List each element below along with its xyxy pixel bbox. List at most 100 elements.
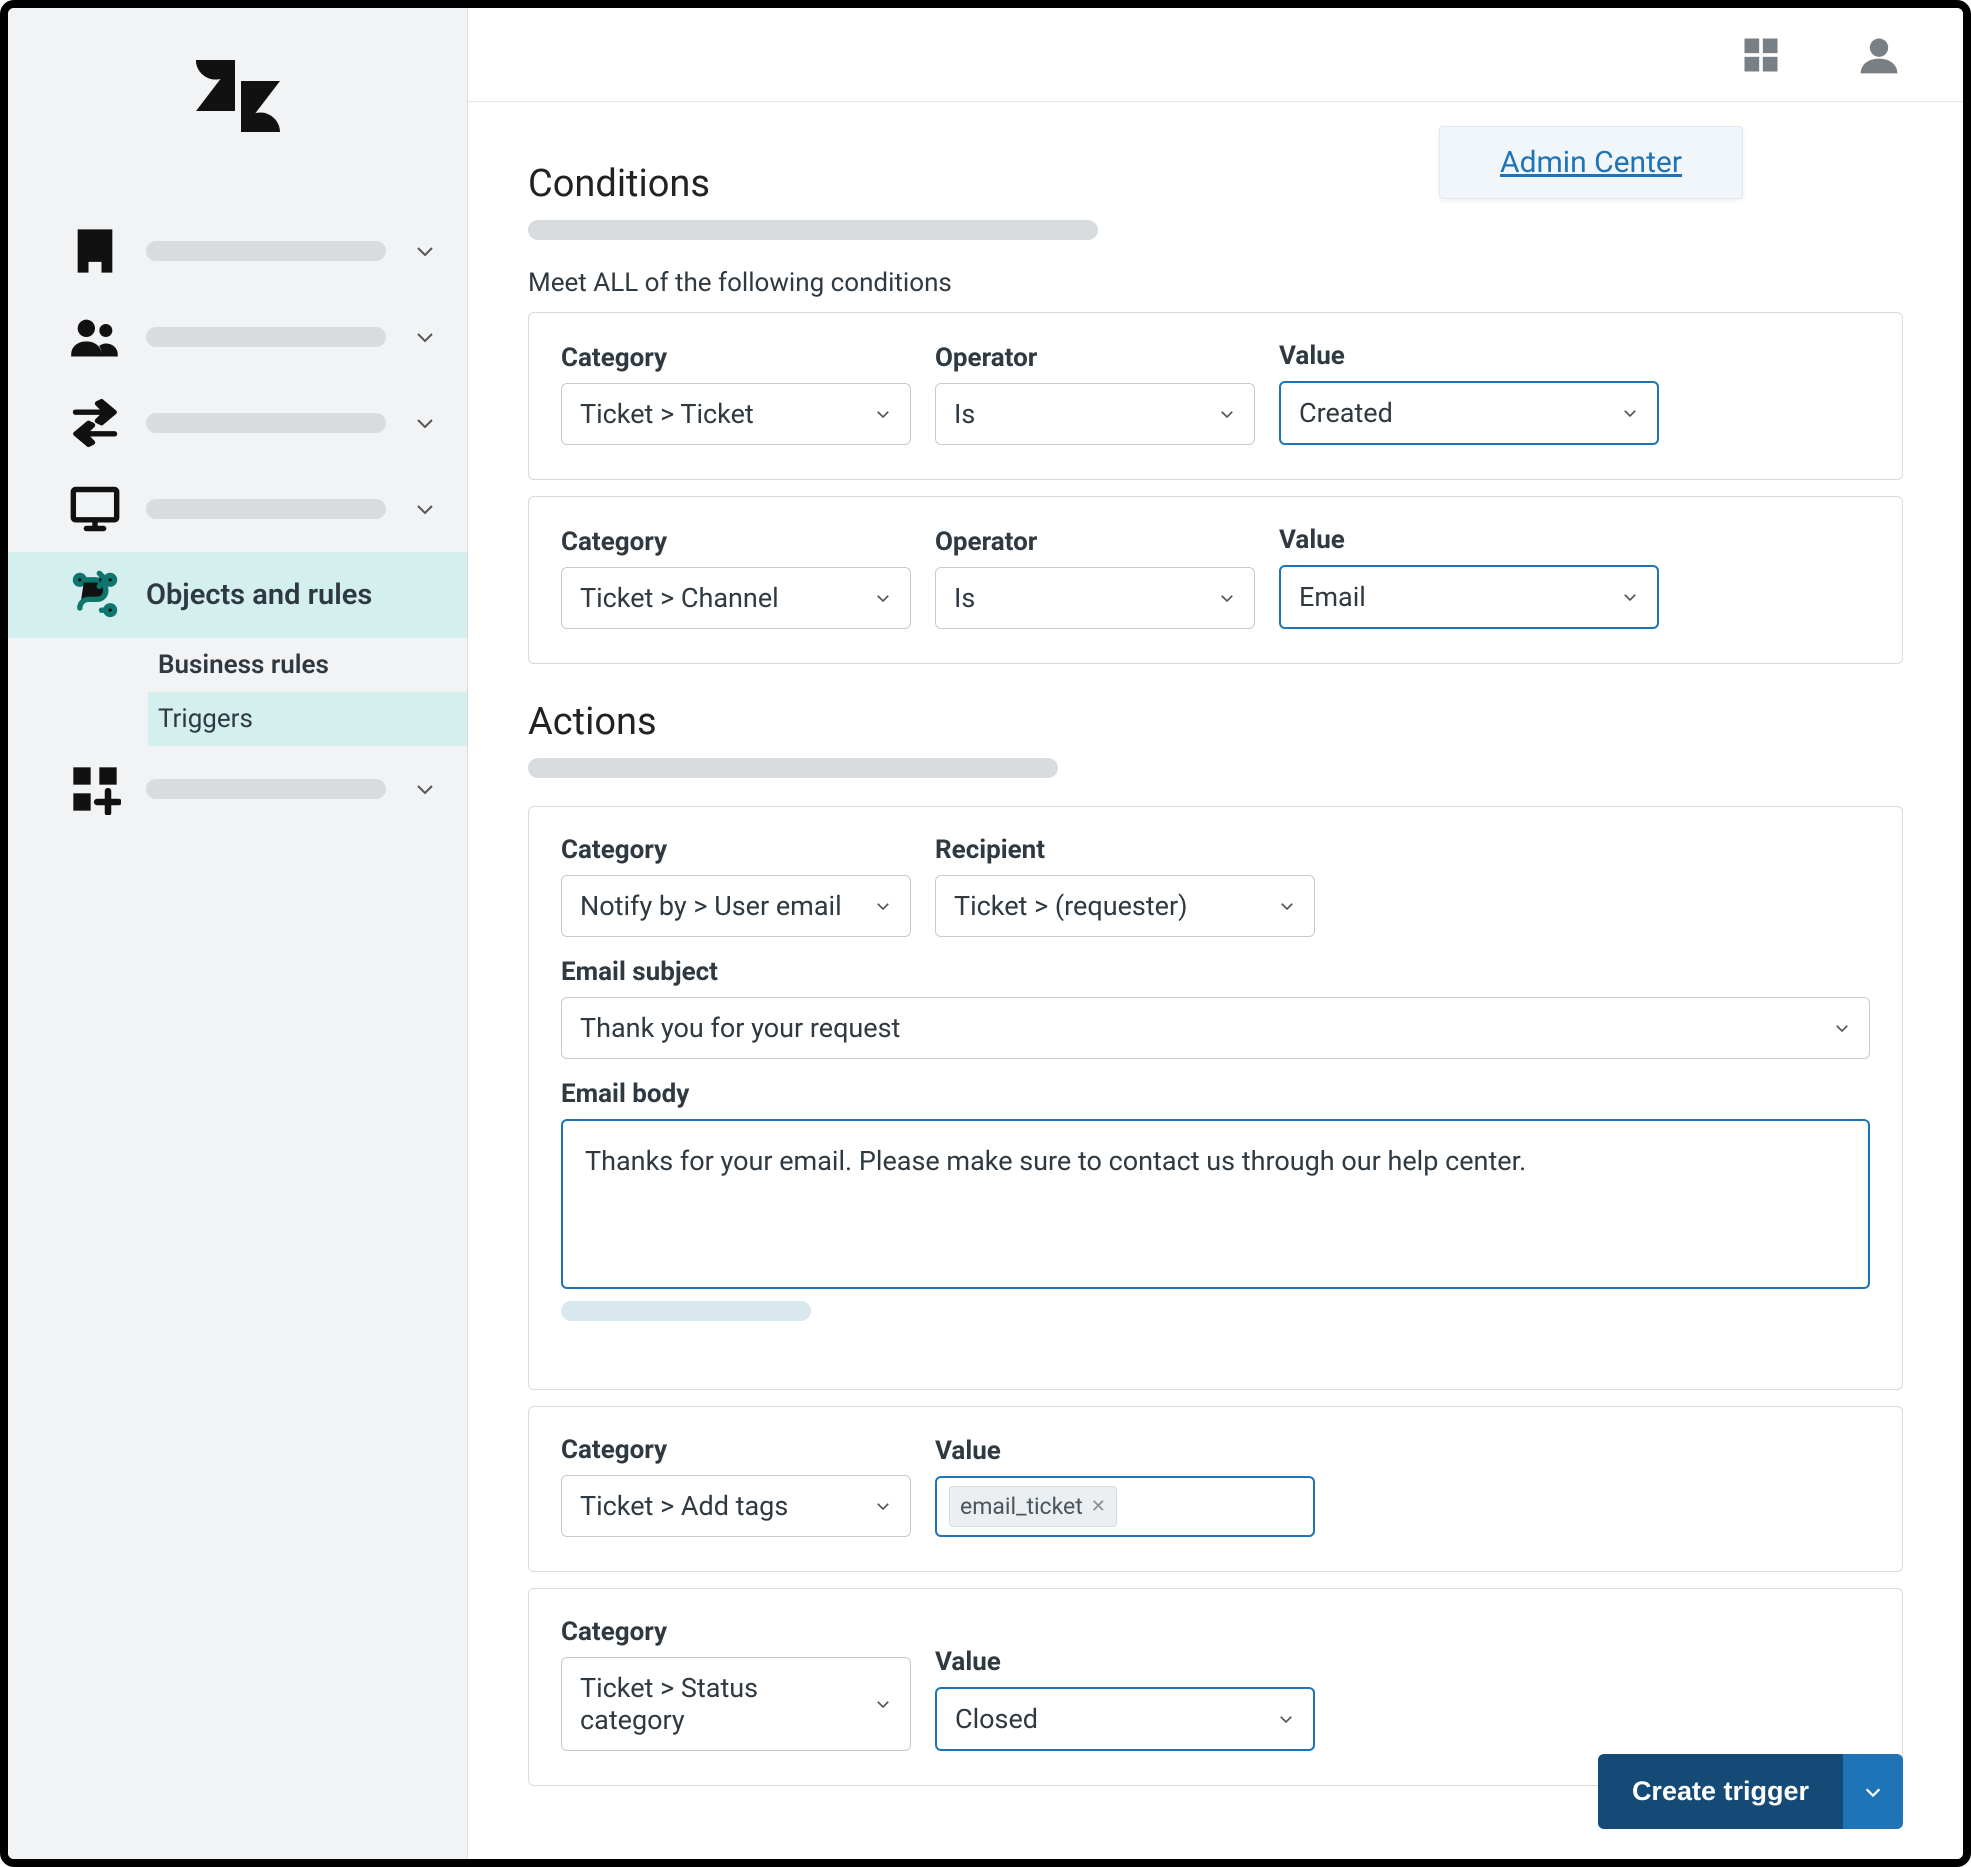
sidebar-subitems: Business rules Triggers (8, 638, 467, 746)
field-label-email-subject: Email subject (561, 957, 1870, 987)
sidebar-placeholder (146, 241, 386, 261)
action-category-select[interactable]: Notify by > User email (561, 875, 911, 937)
sidebar-item-objects-rules[interactable]: Objects and rules (8, 552, 467, 638)
select-value: Closed (955, 1703, 1038, 1735)
select-value: Created (1299, 397, 1393, 429)
field-label-category: Category (561, 1435, 911, 1465)
sidebar-item-workspaces[interactable] (8, 466, 467, 552)
field-label-category: Category (561, 1617, 911, 1647)
sidebar-placeholder (146, 413, 386, 433)
chevron-down-icon (874, 398, 892, 430)
condition-row: Category Ticket > Channel Operator Is (528, 496, 1903, 664)
field-label-value: Value (1279, 341, 1659, 371)
remove-tag-icon[interactable]: ✕ (1091, 1496, 1106, 1517)
sidebar-item-account[interactable] (8, 208, 467, 294)
chevron-down-icon (1621, 397, 1639, 429)
conditions-all-label: Meet ALL of the following conditions (528, 268, 1903, 298)
create-trigger-dropdown-button[interactable] (1843, 1754, 1903, 1829)
apps-grid-icon[interactable] (1737, 31, 1785, 79)
content-area: Conditions Meet ALL of the following con… (468, 102, 1963, 1859)
email-subject-input[interactable]: Thank you for your request (561, 997, 1870, 1059)
select-value: Email (1299, 581, 1366, 613)
description-placeholder (528, 758, 1058, 778)
field-label-value: Value (935, 1436, 1315, 1466)
field-label-email-body: Email body (561, 1079, 1870, 1109)
action-notify-card: Category Notify by > User email Recipien… (528, 806, 1903, 1390)
tag-label: email_ticket (960, 1493, 1083, 1520)
building-icon (66, 222, 124, 280)
condition-category-select[interactable]: Ticket > Ticket (561, 383, 911, 445)
action-category-select[interactable]: Ticket > Add tags (561, 1475, 911, 1537)
sidebar-nav: Objects and rules Business rules Trigger… (8, 188, 467, 1859)
chevron-down-icon (1218, 582, 1236, 614)
action-recipient-select[interactable]: Ticket > (requester) (935, 875, 1315, 937)
arrows-icon (66, 394, 124, 452)
condition-value-select[interactable]: Email (1279, 565, 1659, 629)
email-body-textarea[interactable]: Thanks for your email. Please make sure … (561, 1119, 1870, 1289)
action-category-select[interactable]: Ticket > Status category (561, 1657, 911, 1751)
select-value: Ticket > Channel (580, 582, 779, 614)
condition-operator-select[interactable]: Is (935, 567, 1255, 629)
description-placeholder (528, 220, 1098, 240)
sidebar-subitem-business-rules[interactable]: Business rules (148, 638, 467, 692)
action-value-select[interactable]: Closed (935, 1687, 1315, 1751)
select-value: Is (954, 398, 975, 430)
field-label-value: Value (935, 1647, 1315, 1677)
select-value: Ticket > Ticket (580, 398, 754, 430)
sidebar-item-people[interactable] (8, 294, 467, 380)
chevron-down-icon (874, 582, 892, 614)
sidebar-logo-area (8, 8, 467, 188)
chevron-down-icon (1621, 581, 1639, 613)
app-window: Objects and rules Business rules Trigger… (0, 0, 1971, 1867)
chevron-down-icon (411, 237, 439, 265)
field-label-category: Category (561, 835, 911, 865)
sidebar-placeholder (146, 779, 386, 799)
condition-row: Category Ticket > Ticket Operator Is (528, 312, 1903, 480)
select-value: Ticket > Status category (580, 1672, 862, 1736)
select-value: Ticket > (requester) (954, 890, 1188, 922)
chevron-down-icon (874, 1490, 892, 1522)
chevron-down-icon (411, 495, 439, 523)
chevron-down-icon (1218, 398, 1236, 430)
chevron-down-icon (411, 323, 439, 351)
sidebar-item-channels[interactable] (8, 380, 467, 466)
input-value: Thank you for your request (580, 1012, 900, 1044)
sidebar-item-label: Objects and rules (146, 578, 372, 612)
chevron-down-icon (1277, 1703, 1295, 1735)
sidebar-subitem-triggers[interactable]: Triggers (148, 692, 467, 746)
condition-category-select[interactable]: Ticket > Channel (561, 567, 911, 629)
condition-value-select[interactable]: Created (1279, 381, 1659, 445)
sidebar-item-apps[interactable] (8, 746, 467, 832)
sidebar-placeholder (146, 327, 386, 347)
people-icon (66, 308, 124, 366)
field-label-value: Value (1279, 525, 1659, 555)
workflow-icon (66, 566, 124, 624)
sidebar: Objects and rules Business rules Trigger… (8, 8, 468, 1859)
sidebar-placeholder (146, 499, 386, 519)
field-label-operator: Operator (935, 527, 1255, 557)
select-value: Ticket > Add tags (580, 1490, 788, 1522)
user-profile-icon[interactable] (1855, 31, 1903, 79)
footer-actions: Create trigger (1598, 1754, 1903, 1829)
main-area: Admin Center Conditions Meet ALL of the … (468, 8, 1963, 1859)
attachment-placeholder (561, 1301, 811, 1321)
field-label-category: Category (561, 527, 911, 557)
tag-input[interactable]: email_ticket ✕ (935, 1476, 1315, 1537)
monitor-icon (66, 480, 124, 538)
field-label-operator: Operator (935, 343, 1255, 373)
tag-chip: email_ticket ✕ (949, 1486, 1117, 1527)
topbar (468, 8, 1963, 102)
chevron-down-icon (411, 409, 439, 437)
grid-plus-icon (66, 760, 124, 818)
create-trigger-button[interactable]: Create trigger (1598, 1754, 1843, 1829)
chevron-down-icon (1833, 1012, 1851, 1044)
field-label-recipient: Recipient (935, 835, 1315, 865)
condition-operator-select[interactable]: Is (935, 383, 1255, 445)
select-value: Is (954, 582, 975, 614)
admin-center-link[interactable]: Admin Center (1439, 126, 1743, 199)
chevron-down-icon (411, 775, 439, 803)
chevron-down-icon (1278, 890, 1296, 922)
actions-title: Actions (528, 700, 1903, 744)
chevron-down-icon (874, 890, 892, 922)
select-value: Notify by > User email (580, 890, 842, 922)
